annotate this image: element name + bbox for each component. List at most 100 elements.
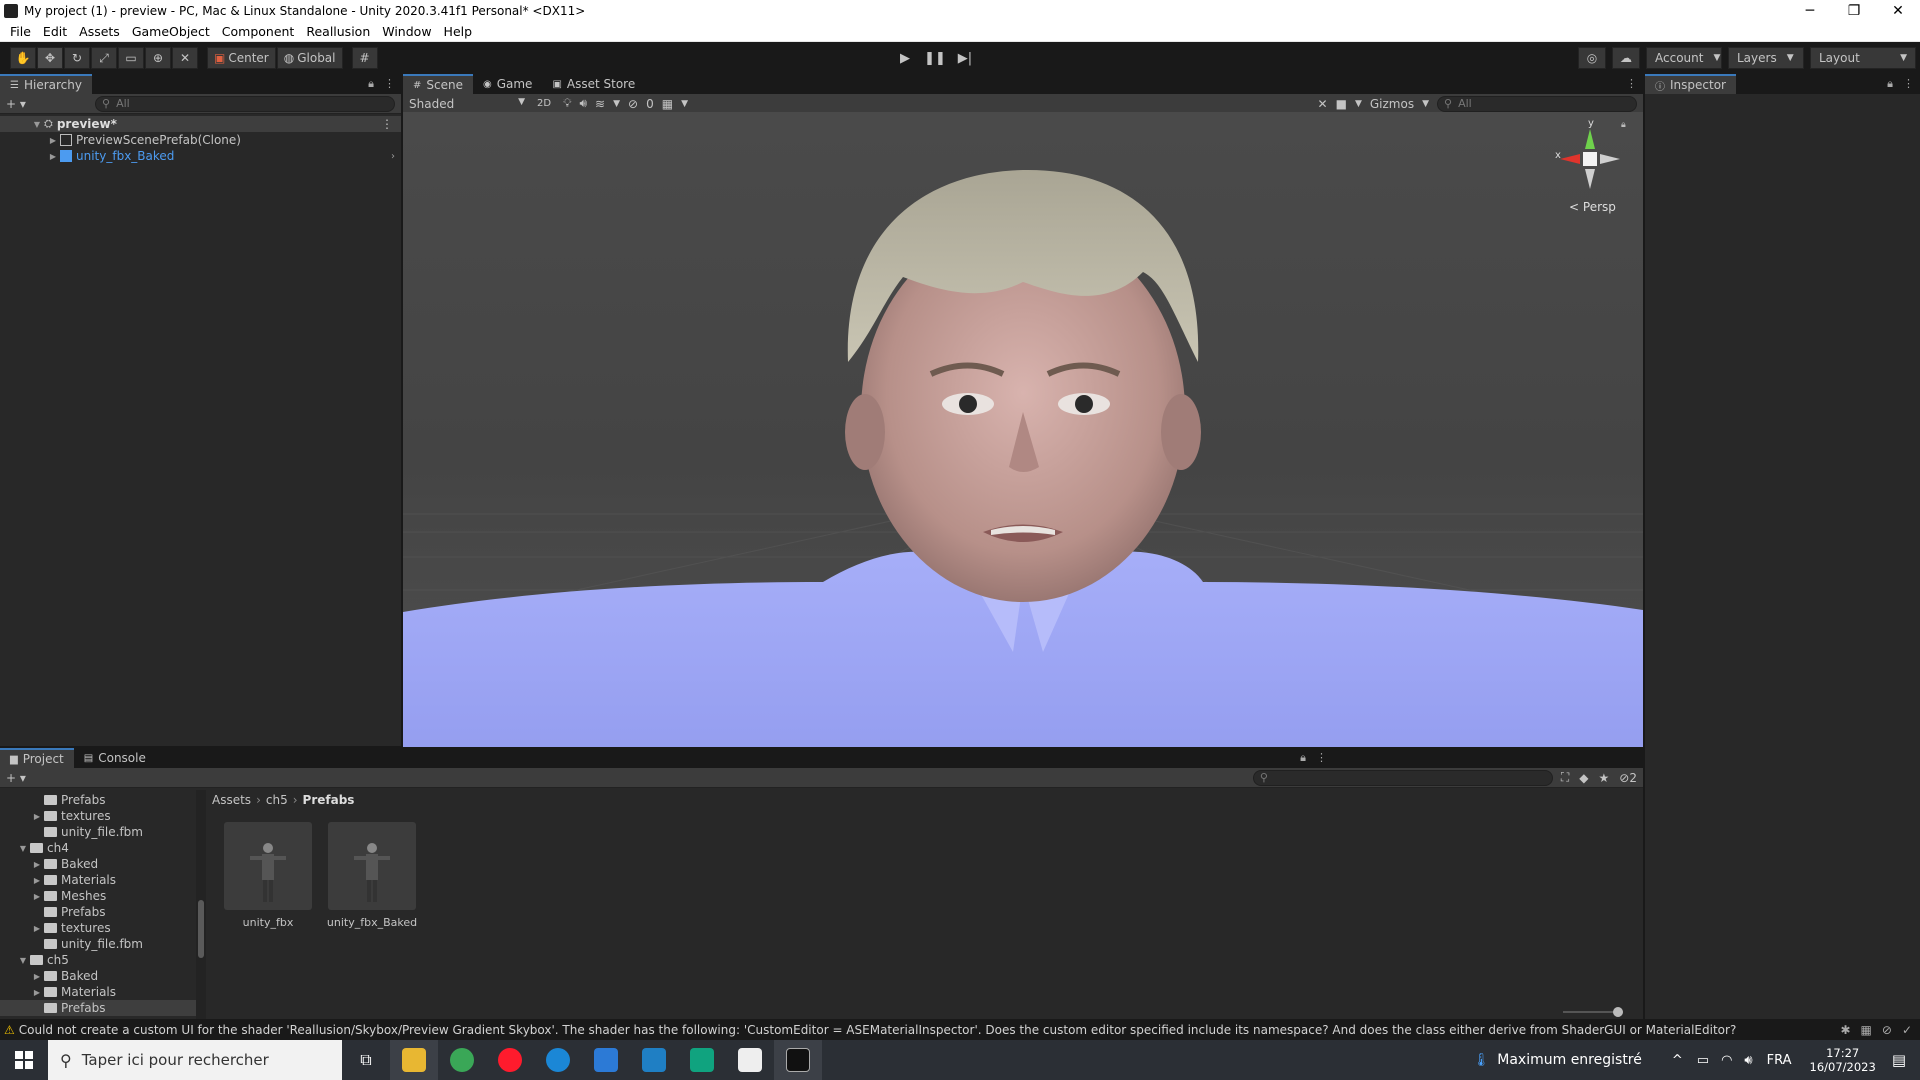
filter-by-type-icon[interactable]: ⛶ [1561, 770, 1569, 785]
hidden-packages-icon[interactable]: ⊘ [1619, 771, 1629, 785]
taskbar-app-chrome[interactable] [438, 1040, 486, 1080]
expand-arrow-icon[interactable]: ▼ [16, 844, 30, 853]
create-add-icon[interactable]: + ▾ [6, 771, 26, 785]
debug-icon[interactable]: ✱ [1840, 1023, 1850, 1037]
project-tree-item[interactable]: unity_file.fbm [0, 936, 196, 952]
hand-tool-icon[interactable]: ✋ [10, 47, 36, 69]
expand-arrow-icon[interactable]: ▶ [46, 152, 60, 161]
menu-file[interactable]: File [4, 24, 37, 39]
tab-game[interactable]: ◉ Game [472, 74, 543, 94]
layers-dropdown[interactable]: Layers ▼ [1728, 47, 1804, 69]
tab-console[interactable]: ▤ Console [73, 748, 156, 768]
breadcrumb-item[interactable]: Assets [212, 793, 251, 807]
kebab-menu-icon[interactable]: ⋮ [1903, 77, 1914, 91]
effects-icon[interactable]: ≋ [595, 97, 605, 111]
tab-scene[interactable]: # Scene [403, 74, 473, 94]
expand-arrow-icon[interactable]: ▶ [46, 136, 60, 145]
expand-arrow-icon[interactable]: ▶ [30, 860, 44, 869]
project-tree-item[interactable]: unity_file.fbm [0, 824, 196, 840]
tab-project[interactable]: ▆ Project [0, 748, 74, 768]
scene-orientation-gizmo[interactable]: y x 🔒︎ < Persp [1555, 118, 1626, 214]
shading-mode-dropdown[interactable]: Shaded ▼ [409, 97, 525, 111]
taskbar-app-window[interactable] [582, 1040, 630, 1080]
pivot-space-button[interactable]: ◍ Global [276, 47, 343, 69]
step-button-icon[interactable]: ▶| [950, 47, 980, 69]
camera-icon[interactable]: ■ [1336, 97, 1347, 111]
asset-thumbnail[interactable] [224, 822, 312, 910]
pause-button-icon[interactable]: ❚❚ [920, 47, 950, 69]
expand-arrow-icon[interactable]: ▶ [30, 924, 44, 933]
expand-arrow-icon[interactable]: ▶ [30, 876, 44, 885]
start-button[interactable] [0, 1040, 48, 1080]
hierarchy-item[interactable]: ▶ PreviewScenePrefab(Clone) [0, 132, 401, 148]
create-add-icon[interactable]: + ▾ [6, 97, 26, 111]
pivot-mode-button[interactable]: ▣ Center [207, 47, 276, 69]
minimize-button[interactable]: ─ [1788, 0, 1832, 22]
project-tree-item[interactable]: Prefabs [0, 1000, 196, 1016]
kebab-menu-icon[interactable]: ⋮ [1316, 751, 1327, 765]
thumbnail-size-slider[interactable] [1563, 1007, 1623, 1017]
grid-toggle-icon[interactable]: ▦ [662, 97, 673, 111]
taskbar-search-input[interactable]: ⚲ Taper ici pour rechercher [48, 1040, 342, 1080]
move-tool-icon[interactable]: ✥ [37, 47, 63, 69]
hierarchy-search-input[interactable]: ⚲ All [95, 95, 395, 112]
rect-tool-icon[interactable]: ▭ [118, 47, 144, 69]
custom-tool-icon[interactable]: ✕ [172, 47, 198, 69]
language-indicator[interactable]: FRA [1767, 1053, 1792, 1068]
tab-hierarchy[interactable]: ☰ Hierarchy [0, 74, 92, 94]
project-tree-item[interactable]: ▼ ch5 [0, 952, 196, 968]
account-dropdown[interactable]: Account ▼ [1646, 47, 1722, 69]
lighting-icon[interactable]: 💡︎ [563, 96, 571, 111]
project-tree-item[interactable]: ▶ Baked [0, 968, 196, 984]
layout-dropdown[interactable]: Layout ▼ [1810, 47, 1916, 69]
menu-edit[interactable]: Edit [37, 24, 73, 39]
taskbar-app-explorer[interactable] [390, 1040, 438, 1080]
tab-asset-store[interactable]: ▣ Asset Store [542, 74, 646, 94]
audio-icon[interactable]: 🔊︎ [579, 96, 587, 111]
weather-status[interactable]: Maximum enregistré [1497, 1052, 1642, 1068]
breadcrumb-item[interactable]: ch5 [266, 793, 288, 807]
project-tree-item[interactable]: ▼ ch4 [0, 840, 196, 856]
expand-arrow-icon[interactable]: ▶ [30, 972, 44, 981]
chevron-down-icon[interactable]: ▼ [1355, 99, 1362, 109]
volume-icon[interactable]: 🔊︎ [1744, 1053, 1752, 1068]
project-tree-item[interactable]: ▶ textures [0, 920, 196, 936]
clock[interactable]: 17:27 16/07/2023 [1810, 1046, 1876, 1074]
project-tree-item[interactable]: ▶ textures [0, 808, 196, 824]
project-tree-item[interactable]: ▶ Materials [0, 872, 196, 888]
scale-tool-icon[interactable]: ⤢ [91, 47, 117, 69]
expand-arrow-icon[interactable]: ▼ [16, 956, 30, 965]
taskbar-app-m-green[interactable] [678, 1040, 726, 1080]
expand-arrow-icon[interactable]: ▶ [30, 988, 44, 997]
menu-gameobject[interactable]: GameObject [126, 24, 216, 39]
task-view-button[interactable]: ⧉ [342, 1040, 390, 1080]
taskbar-app-m-blue[interactable] [630, 1040, 678, 1080]
menu-component[interactable]: Component [216, 24, 301, 39]
tools-icon[interactable]: ✕ [1318, 97, 1328, 111]
expand-arrow-icon[interactable]: ▼ [30, 120, 44, 129]
toggle-2d-button[interactable]: 2D [533, 98, 555, 109]
collab-icon[interactable]: ◎ [1578, 47, 1606, 69]
scene-search-input[interactable]: ⚲ All [1437, 95, 1637, 112]
project-search-input[interactable]: ⚲ [1252, 769, 1553, 786]
maximize-button[interactable]: ❐ [1832, 0, 1876, 22]
grid-snap-icon[interactable]: # [351, 47, 378, 69]
menu-assets[interactable]: Assets [73, 24, 126, 39]
chevron-down-icon[interactable]: ▼ [613, 99, 620, 109]
device-icon[interactable]: ▭ [1697, 1053, 1709, 1068]
favorite-star-icon[interactable]: ★ [1599, 771, 1610, 785]
status-bar[interactable]: ⚠ Could not create a custom UI for the s… [0, 1020, 1920, 1040]
tab-inspector[interactable]: ⓘ Inspector [1645, 74, 1736, 94]
menu-help[interactable]: Help [438, 24, 479, 39]
filter-by-label-icon[interactable]: ◆ [1579, 771, 1588, 785]
project-tree-item[interactable]: ▶ Baked [0, 856, 196, 872]
hidden-objects-icon[interactable]: ⊘ [628, 97, 638, 111]
taskbar-app-ccleaner[interactable] [534, 1040, 582, 1080]
project-tree-item[interactable]: ▶ Materials [0, 984, 196, 1000]
project-tree-item[interactable]: Prefabs [0, 904, 196, 920]
expand-arrow-icon[interactable]: ▶ [30, 812, 44, 821]
cache-icon[interactable]: ▦ [1861, 1023, 1872, 1037]
kebab-menu-icon[interactable]: ⋮ [1626, 77, 1637, 90]
asset-label[interactable]: unity_fbx_Baked [317, 916, 427, 929]
play-button-icon[interactable]: ▶ [890, 47, 920, 69]
